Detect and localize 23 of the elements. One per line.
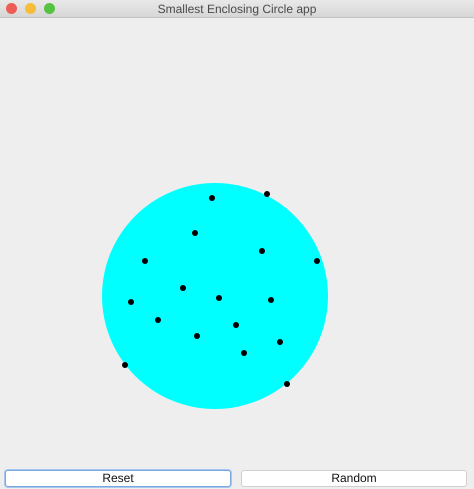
point	[128, 299, 134, 305]
zoom-button[interactable]	[44, 3, 55, 14]
point	[142, 258, 148, 264]
point	[277, 339, 283, 345]
point	[264, 191, 270, 197]
point	[155, 317, 161, 323]
point	[259, 248, 265, 254]
action-button[interactable]: Random	[241, 470, 467, 487]
point	[194, 333, 200, 339]
point	[192, 230, 198, 236]
point	[314, 258, 320, 264]
window-title: Smallest Enclosing Circle app	[158, 2, 316, 16]
point	[241, 350, 247, 356]
point	[216, 295, 222, 301]
minimize-button[interactable]	[25, 3, 36, 14]
point	[122, 362, 128, 368]
close-button[interactable]	[6, 3, 17, 14]
point	[180, 285, 186, 291]
point	[209, 195, 215, 201]
point	[284, 381, 290, 387]
point	[268, 297, 274, 303]
action-button[interactable]: Reset	[5, 470, 231, 487]
point	[233, 322, 239, 328]
